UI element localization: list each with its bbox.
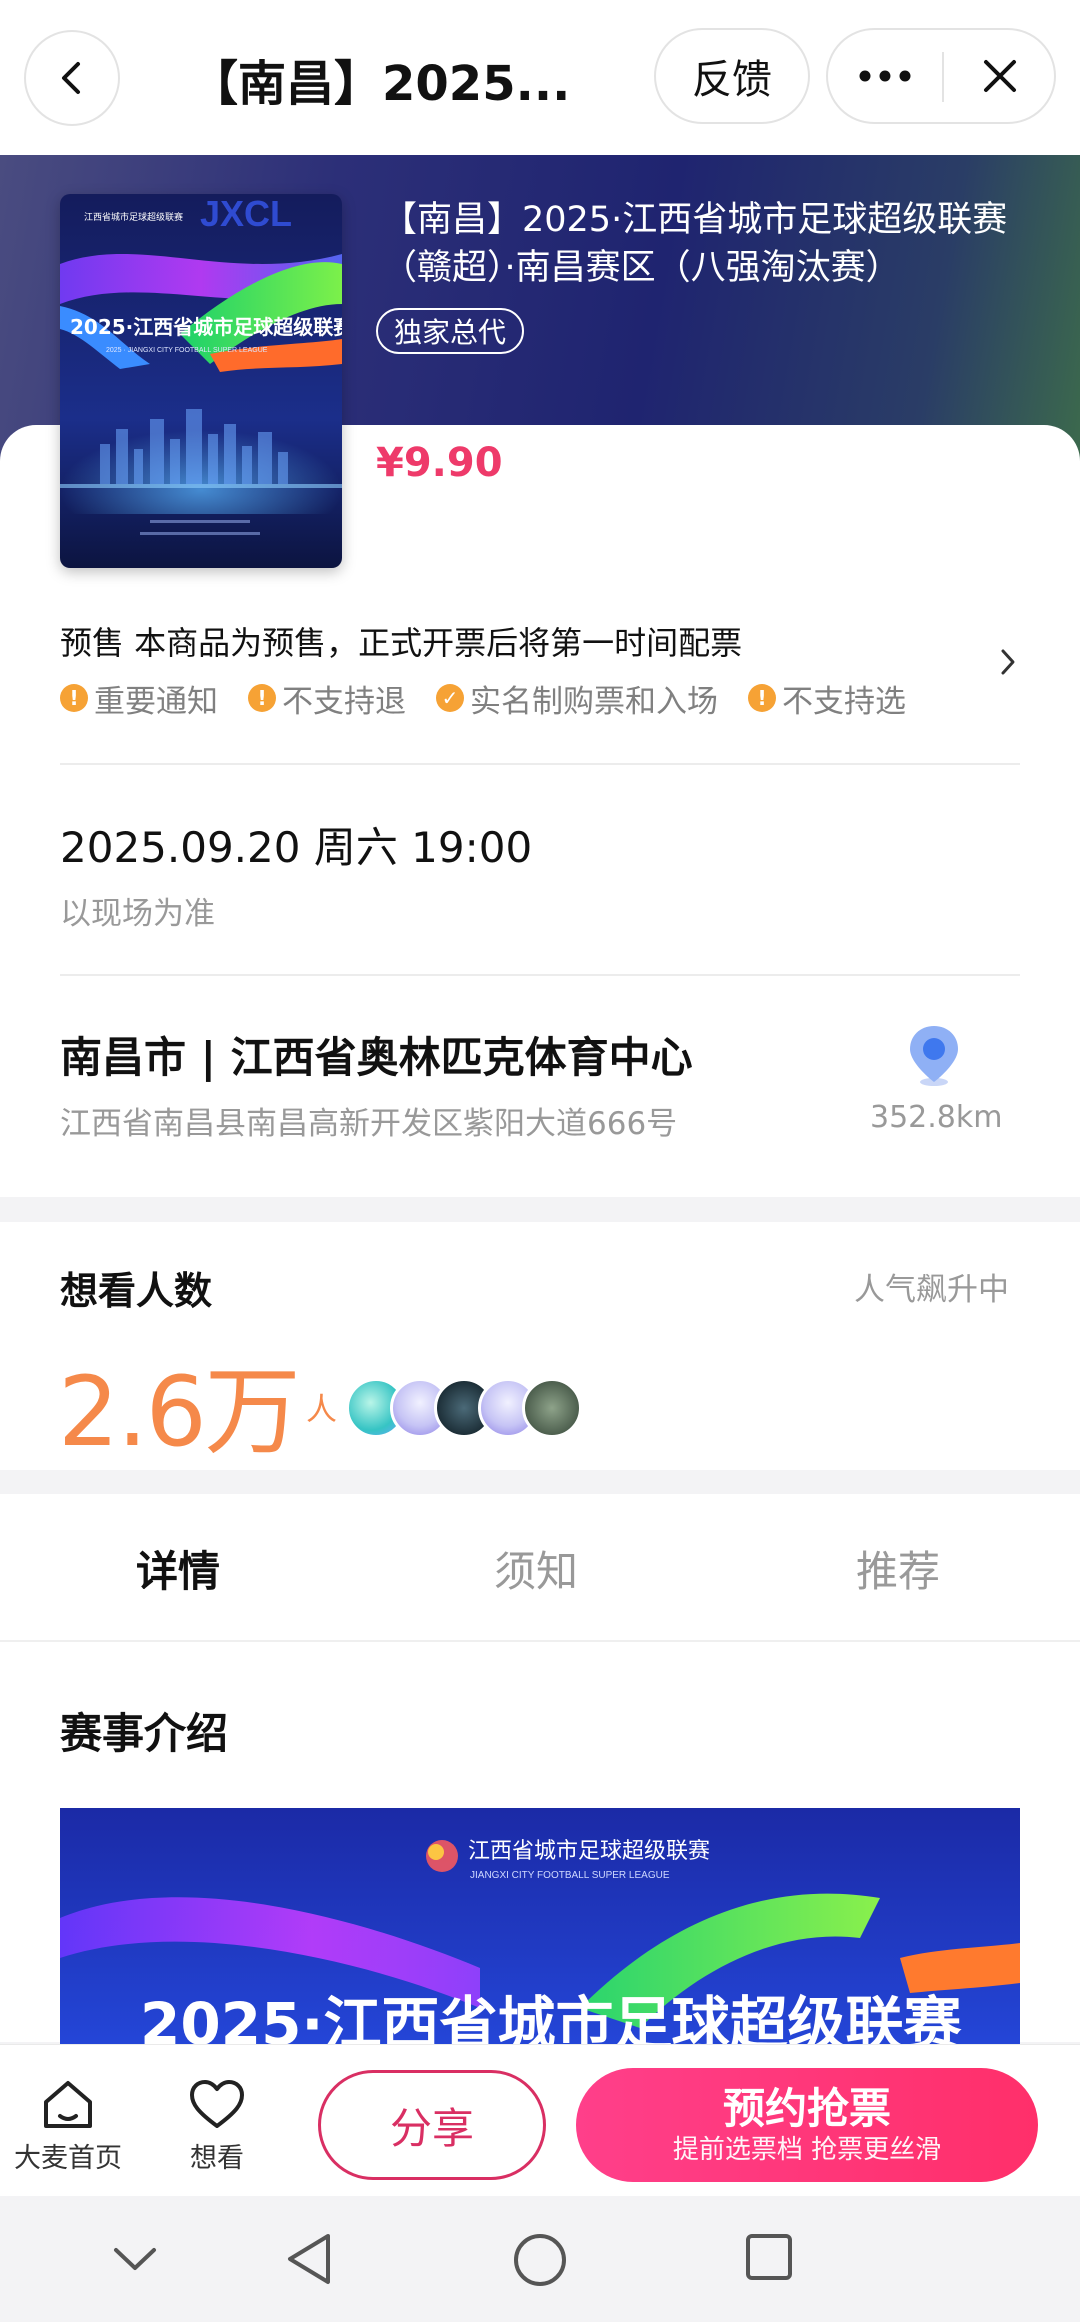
tab-notice[interactable]: 须知 (494, 1538, 578, 1599)
venue-name[interactable]: 南昌市 | 江西省奥林匹克体育中心 (60, 1024, 693, 1085)
warning-icon: ! (748, 684, 776, 712)
system-nav-bar (0, 2196, 1080, 2322)
avatar (522, 1378, 582, 1438)
share-button[interactable]: 分享 (318, 2070, 546, 2180)
reserve-ticket-button[interactable]: 预约抢票 提前选票档 抢票更丝滑 (576, 2068, 1038, 2182)
exclusive-badge: 独家总代 (376, 308, 525, 354)
venue-address: 江西省南昌县南昌高新开发区紫阳大道666号 (60, 1106, 678, 1142)
recents-square-icon[interactable] (744, 2232, 794, 2282)
more-button[interactable] (828, 30, 942, 122)
poster-subtitle: 2025 · JIANGXI CITY FOOTBALL SUPER LEAGU… (106, 347, 268, 354)
check-icon: ✓ (436, 684, 464, 712)
price: ¥9.90 (376, 440, 503, 486)
reserve-label: 预约抢票 (722, 2084, 891, 2133)
back-arrow-icon (62, 62, 80, 94)
home-icon (44, 2081, 92, 2128)
close-button[interactable] (944, 30, 1056, 122)
tab-bar: 详情 须知 推荐 (0, 1494, 1080, 1642)
warning-icon: ! (60, 684, 88, 712)
divider (60, 974, 1020, 976)
close-icon (984, 60, 1016, 92)
presale-text[interactable]: 预售 本商品为预售，正式开票后将第一时间配票 (60, 618, 742, 664)
top-bar: 【南昌】2025... 反馈 (0, 0, 1080, 155)
page-title: 【南昌】2025... (190, 56, 571, 112)
warning-icon: ! (248, 684, 276, 712)
home-label: 大麦首页 (14, 2143, 122, 2174)
feedback-button[interactable]: 反馈 (654, 28, 810, 124)
want-unit: 人 (306, 1392, 337, 1428)
chevron-right-icon[interactable] (1000, 648, 1016, 676)
want-action-label: 想看 (190, 2143, 244, 2174)
popularity-text: 人气飙升中 (854, 1272, 1009, 1308)
poster-header: 江西省城市足球超级联赛 (84, 211, 183, 223)
notice-item: ! 不支持选 (748, 676, 906, 720)
event-poster[interactable]: JXCL 江西省城市足球超级联赛 2025·江西省城市足球超级联赛 2025 ·… (60, 194, 342, 568)
heart-icon (190, 2080, 244, 2128)
venue-distance: 352.8km (870, 1100, 1003, 1135)
event-title: 【南昌】2025·江西省城市足球超级联赛（赣超）·南昌赛区（八强淘汰赛） (382, 200, 1008, 288)
event-banner[interactable]: 江西省城市足球超级联赛 JIANGXI CITY FOOTBALL SUPER … (60, 1808, 1020, 2048)
home-button[interactable]: 大麦首页 (14, 2078, 122, 2175)
poster-title: 2025·江西省城市足球超级联赛 (70, 315, 342, 339)
mini-program-capsule (826, 28, 1056, 124)
event-date: 2025.09.20 周六 19:00 (60, 823, 533, 872)
back-button[interactable] (24, 30, 120, 126)
location-pin-icon[interactable] (906, 1022, 962, 1088)
tab-recommend[interactable]: 推荐 (856, 1538, 940, 1599)
back-triangle-icon[interactable] (284, 2232, 334, 2286)
want-count: 2.6万 (58, 1356, 301, 1468)
divider (60, 763, 1020, 765)
banner-subtitle: JIANGXI CITY FOOTBALL SUPER LEAGUE (470, 1870, 670, 1881)
notice-item: ! 不支持退 (248, 676, 406, 720)
want-label: 想看人数 (60, 1269, 213, 1313)
banner-header: 江西省城市足球超级联赛 (468, 1839, 710, 1864)
notice-item: ! 重要通知 (60, 676, 218, 720)
want-button[interactable]: 想看 (188, 2078, 246, 2175)
notice-list[interactable]: ! 重要通知 ! 不支持退 ✓ 实名制购票和入场 ! 不支持选 (60, 676, 928, 720)
more-dots-icon (859, 70, 911, 82)
home-circle-icon[interactable] (512, 2232, 568, 2288)
banner-title: 2025·江西省城市足球超级联赛 (140, 1990, 962, 2048)
reserve-sublabel: 提前选票档 抢票更丝滑 (672, 2135, 942, 2165)
chevron-down-icon[interactable] (112, 2246, 158, 2274)
poster-watermark: JXCL (200, 194, 292, 234)
date-note: 以现场为准 (60, 896, 215, 932)
tab-details[interactable]: 详情 (136, 1538, 220, 1599)
section-title: 赛事介绍 (60, 1709, 229, 1758)
notice-item: ✓ 实名制购票和入场 (436, 676, 718, 720)
